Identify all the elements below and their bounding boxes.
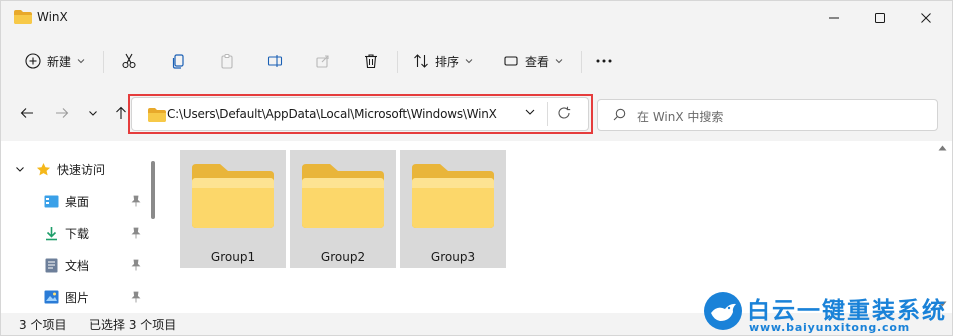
chevron-down-icon[interactable] <box>524 106 536 118</box>
trash-icon <box>365 54 377 69</box>
address-divider <box>547 102 548 126</box>
sidebar-item-label: 快速访问 <box>57 162 106 177</box>
folder-icon <box>192 164 274 228</box>
explorer-window: WinX 新建 排序 查看 C:\Users\Default\AppData\L… <box>0 0 953 336</box>
picture-icon <box>44 290 59 304</box>
folder-name: Group2 <box>320 250 366 264</box>
folder-icon <box>14 10 32 24</box>
rename-icon <box>267 55 283 67</box>
paste-button[interactable] <box>219 39 235 83</box>
share-icon <box>316 55 329 68</box>
toolbar-divider <box>103 51 104 73</box>
toolbar-divider <box>397 51 398 73</box>
clipboard-icon <box>221 54 233 69</box>
sort-icon <box>414 54 428 68</box>
arrow-left-icon <box>20 108 33 118</box>
watermark-title: 白云一键重装系统 <box>747 298 947 324</box>
maximize-button[interactable] <box>857 1 903 35</box>
folder-name: Group1 <box>210 250 256 264</box>
sidebar-item-label: 文档 <box>65 258 90 273</box>
pin-icon[interactable] <box>131 195 141 207</box>
command-bar: 新建 排序 查看 <box>1 39 952 83</box>
cut-button[interactable] <box>121 39 137 83</box>
more-icon <box>596 59 612 63</box>
maximize-icon <box>875 13 885 23</box>
folder-tile[interactable]: Group3 <box>400 150 506 268</box>
copy-button[interactable] <box>171 39 187 83</box>
close-icon <box>921 13 931 23</box>
desktop-icon <box>44 195 59 207</box>
pin-icon[interactable] <box>131 291 141 303</box>
sort-label: 排序 <box>435 54 460 69</box>
pin-icon[interactable] <box>131 227 141 239</box>
sidebar-item-quick-access[interactable]: 快速访问 <box>1 156 151 182</box>
minimize-button[interactable] <box>811 1 857 35</box>
search-icon <box>613 108 626 121</box>
more-button[interactable] <box>595 39 613 83</box>
sidebar-item-desktop[interactable]: 桌面 <box>1 188 151 214</box>
new-label: 新建 <box>47 54 72 69</box>
scroll-up-icon[interactable] <box>938 145 947 151</box>
sidebar-item-label: 桌面 <box>65 194 90 209</box>
watermark: 白云一键重装系统 www.baiyunxitong.com <box>697 287 953 336</box>
chevron-down-icon <box>465 59 473 64</box>
item-count: 3 个项目 <box>19 318 67 332</box>
view-label: 查看 <box>525 54 550 69</box>
sidebar-item-documents[interactable]: 文档 <box>1 252 151 278</box>
share-button[interactable] <box>315 39 331 83</box>
sidebar-item-label: 下载 <box>65 226 90 241</box>
folder-tile[interactable]: Group2 <box>290 150 396 268</box>
refresh-icon[interactable] <box>557 106 571 120</box>
copy-icon <box>172 54 184 69</box>
chevron-down-icon <box>555 59 563 64</box>
chevron-down-icon <box>77 59 85 64</box>
folder-icon <box>412 164 494 228</box>
sort-button[interactable]: 排序 <box>413 39 473 83</box>
rename-button[interactable] <box>267 39 283 83</box>
close-button[interactable] <box>903 1 949 35</box>
search-placeholder: 在 WinX 中搜索 <box>637 110 724 124</box>
sidebar-item-pictures[interactable]: 图片 <box>1 284 151 310</box>
view-icon <box>504 56 518 66</box>
address-path[interactable]: C:\Users\Default\AppData\Local\Microsoft… <box>167 107 497 121</box>
sidebar-item-downloads[interactable]: 下载 <box>1 220 151 246</box>
toolbar-divider <box>581 51 582 73</box>
back-button[interactable] <box>15 101 39 125</box>
navigation-pane: 快速访问 桌面 下载 文档 图片 <box>1 141 161 313</box>
folder-icon <box>302 164 384 228</box>
pin-icon[interactable] <box>131 259 141 271</box>
folder-tile[interactable]: Group1 <box>180 150 286 268</box>
download-icon <box>46 226 57 240</box>
star-icon <box>36 162 51 175</box>
plus-circle-icon <box>25 53 41 69</box>
minimize-icon <box>829 17 839 19</box>
sidebar-scrollbar[interactable] <box>151 161 155 219</box>
title-bar: WinX <box>1 1 952 35</box>
new-button[interactable]: 新建 <box>25 39 85 83</box>
watermark-url: www.baiyunxitong.com <box>749 321 910 334</box>
address-row: C:\Users\Default\AppData\Local\Microsoft… <box>1 89 952 139</box>
arrow-up-icon <box>116 106 126 119</box>
bird-logo-icon <box>704 292 742 330</box>
sidebar-item-label: 图片 <box>65 290 90 305</box>
folder-name: Group3 <box>430 250 476 264</box>
forward-button[interactable] <box>50 101 74 125</box>
arrow-right-icon <box>56 108 69 118</box>
recent-locations-button[interactable] <box>81 101 105 125</box>
folder-icon <box>148 108 166 122</box>
chevron-down-icon <box>89 110 97 116</box>
window-title: WinX <box>37 10 68 24</box>
delete-button[interactable] <box>363 39 379 83</box>
chevron-down-icon <box>16 166 24 172</box>
scissors-icon <box>122 53 136 69</box>
document-icon <box>45 258 58 272</box>
view-button[interactable]: 查看 <box>503 39 563 83</box>
selection-count: 已选择 3 个项目 <box>89 318 177 332</box>
